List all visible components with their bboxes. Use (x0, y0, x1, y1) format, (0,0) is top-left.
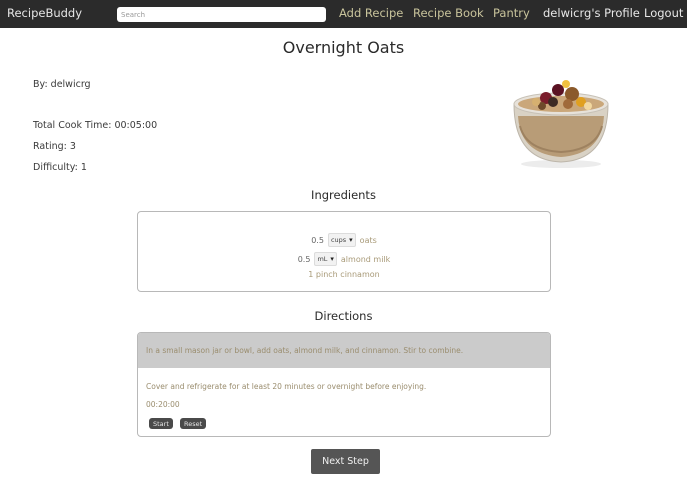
nav-pantry[interactable]: Pantry (493, 6, 530, 20)
ingredient-amount: 0.5 (297, 254, 311, 264)
nav-recipe-book[interactable]: Recipe Book (413, 6, 484, 20)
direction-step-active[interactable]: In a small mason jar or bowl, add oats, … (138, 333, 550, 368)
recipe-cook-time: Total Cook Time: 00:05:00 (33, 120, 158, 131)
ingredient-text: 1 pinch cinnamon (308, 270, 380, 279)
ingredient-name: almond milk (340, 254, 391, 264)
direction-step-text: In a small mason jar or bowl, add oats, … (146, 346, 464, 355)
ingredient-amount: 0.5 (311, 235, 324, 245)
timer-start-button[interactable]: Start (149, 418, 173, 429)
unit-select[interactable]: mL ▾ (314, 252, 337, 266)
recipe-difficulty: Difficulty: 1 (33, 162, 87, 173)
unit-select[interactable]: cups ▾ (327, 233, 356, 247)
step-timer: 00:20:00 (146, 400, 180, 409)
recipe-image (513, 80, 609, 168)
recipe-author: By: delwicrg (33, 79, 91, 90)
chevron-down-icon: ▾ (330, 255, 334, 263)
ingredients-heading: Ingredients (311, 188, 376, 202)
recipe-rating: Rating: 3 (33, 141, 76, 152)
ingredient-row: 0.5 mL ▾ almond milk (138, 252, 550, 266)
chevron-down-icon: ▾ (349, 236, 353, 244)
nav-logout[interactable]: Logout (644, 6, 683, 20)
nav-add-recipe[interactable]: Add Recipe (339, 6, 403, 20)
ingredient-row: 0.5 cups ▾ oats (138, 233, 550, 247)
ingredients-card: 0.5 cups ▾ oats 0.5 mL ▾ almond milk 1 p… (137, 211, 551, 292)
timer-reset-button[interactable]: Reset (180, 418, 207, 429)
recipe-title: Overnight Oats (282, 38, 405, 57)
directions-card: In a small mason jar or bowl, add oats, … (137, 332, 551, 437)
unit-select-value: cups (330, 236, 347, 244)
ingredient-name: oats (359, 235, 377, 245)
unit-select-value: mL (317, 255, 328, 263)
top-navbar: RecipeBuddy Add Recipe Recipe Book Pantr… (0, 0, 687, 28)
ingredient-row: 1 pinch cinnamon (138, 270, 550, 279)
brand-logo[interactable]: RecipeBuddy (7, 6, 82, 20)
direction-step-text: Cover and refrigerate for at least 20 mi… (146, 382, 427, 391)
search-input[interactable] (117, 7, 326, 22)
next-step-button[interactable]: Next Step (311, 449, 380, 474)
directions-heading: Directions (314, 309, 373, 323)
nav-profile[interactable]: delwicrg's Profile (543, 6, 640, 20)
